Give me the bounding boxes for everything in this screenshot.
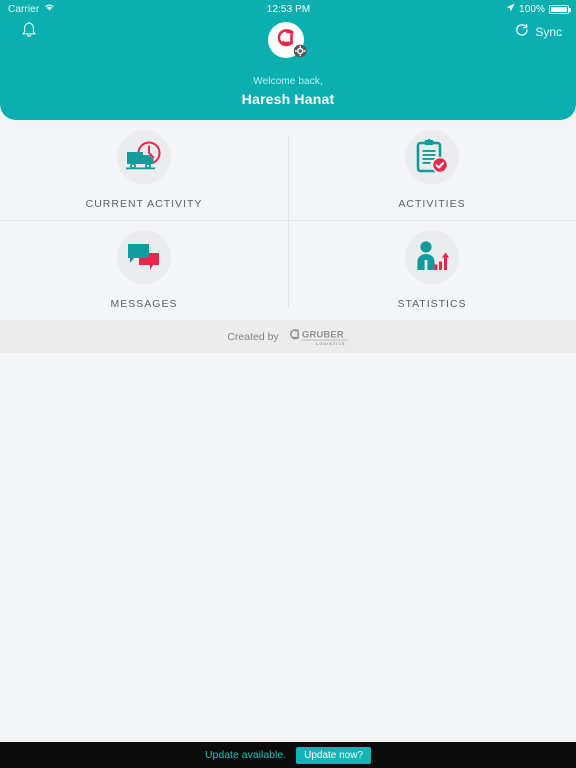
tile-label-current-activity: CURRENT ACTIVITY xyxy=(85,198,203,210)
status-bar-left: Carrier xyxy=(0,3,267,15)
welcome-block: Welcome back, Haresh Hanat xyxy=(0,76,576,107)
tile-statistics[interactable]: STATISTICS xyxy=(288,220,576,320)
truck-clock-icon xyxy=(117,130,171,184)
sync-button[interactable]: Sync xyxy=(515,21,562,43)
location-arrow-icon xyxy=(506,3,515,15)
tile-messages[interactable]: MESSAGES xyxy=(0,220,288,320)
tile-label-activities: ACTIVITIES xyxy=(398,198,466,210)
app-screen: Sync Welcome back, Haresh Hanat Carrier … xyxy=(0,0,576,768)
svg-text:LOGISTICS: LOGISTICS xyxy=(316,341,345,345)
created-by-bar: Created by GRUBER LOGISTICS xyxy=(0,320,576,353)
wifi-icon xyxy=(44,3,55,15)
content-area xyxy=(0,353,576,742)
status-bar-right: 100% xyxy=(310,3,576,15)
app-header: Sync Welcome back, Haresh Hanat xyxy=(0,0,576,120)
welcome-prefix: Welcome back, xyxy=(253,76,323,87)
bell-icon xyxy=(20,21,38,45)
gruber-logistics-logo: GRUBER LOGISTICS xyxy=(289,328,349,346)
status-bar: Carrier 12:53 PM 100% xyxy=(0,0,576,18)
update-bar: Update available. Update now? xyxy=(0,742,576,768)
svg-text:GRUBER: GRUBER xyxy=(302,328,344,339)
notifications-button[interactable] xyxy=(16,20,42,46)
app-logo xyxy=(265,19,311,65)
tile-activities[interactable]: ACTIVITIES xyxy=(288,120,576,220)
tile-current-activity[interactable]: CURRENT ACTIVITY xyxy=(0,120,288,220)
person-bar-chart-icon xyxy=(405,230,459,284)
status-bar-center: 12:53 PM xyxy=(267,4,311,15)
grid-vertical-divider xyxy=(287,136,289,308)
user-name: Haresh Hanat xyxy=(241,91,335,107)
clipboard-check-icon xyxy=(405,130,459,184)
carrier-label: Carrier xyxy=(8,3,40,15)
battery-full-icon xyxy=(549,4,572,14)
update-message: Update available. xyxy=(204,749,287,761)
refresh-icon xyxy=(515,23,529,42)
battery-percent: 100% xyxy=(519,3,546,15)
created-by-label: Created by xyxy=(227,330,279,343)
update-now-button[interactable]: Update now? xyxy=(296,746,372,764)
chat-bubbles-icon xyxy=(117,230,171,284)
status-time: 12:53 PM xyxy=(266,3,311,15)
tile-label-statistics: STATISTICS xyxy=(397,298,467,310)
grid-horizontal-divider xyxy=(0,220,576,221)
tile-label-messages: MESSAGES xyxy=(110,298,178,310)
sync-label: Sync xyxy=(535,25,562,39)
